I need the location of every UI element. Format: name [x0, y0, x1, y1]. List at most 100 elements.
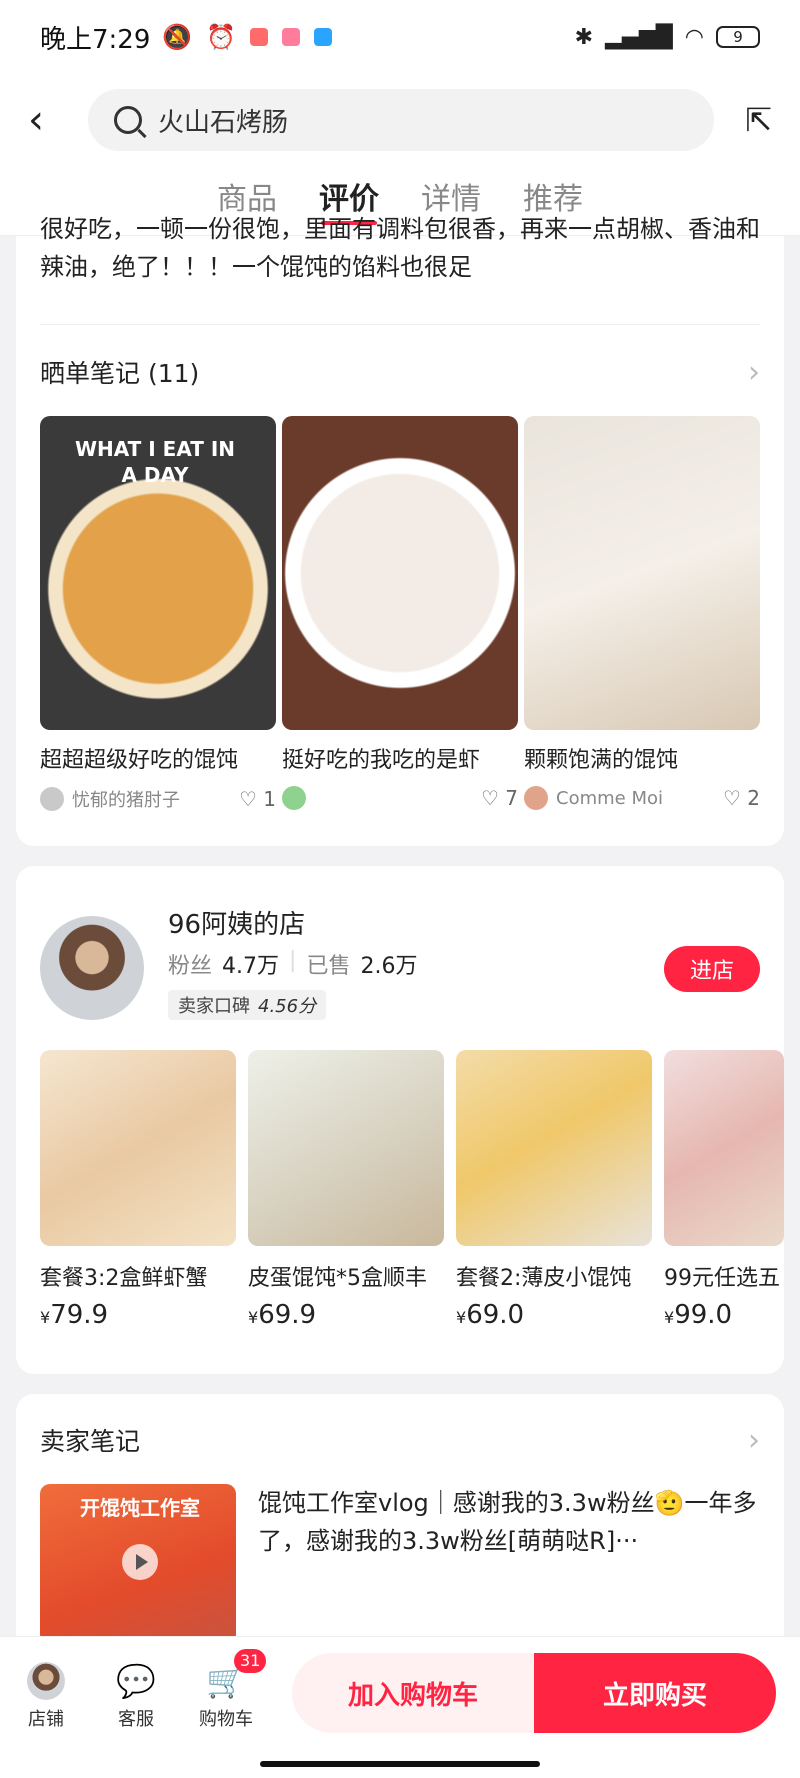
product-image [664, 1050, 784, 1246]
signal-icon: ▂▄▆█ [605, 24, 673, 50]
shop-stats: 粉丝 4.7万 | 已售 2.6万 [168, 948, 417, 980]
thumbnail-caption: 开馄饨工作室 [80, 1496, 200, 1520]
store-label: 店铺 [28, 1709, 64, 1730]
product-price: ¥79.9 [40, 1300, 236, 1330]
note-image [282, 416, 518, 730]
price-value: 99.0 [674, 1300, 733, 1330]
share-icon[interactable]: ⇱ [745, 101, 772, 139]
currency-symbol: ¥ [664, 1308, 675, 1327]
fans-label: 粉丝 [168, 954, 213, 979]
wifi-icon: ◠ [684, 24, 704, 50]
bottom-action-bar: 店铺 💬 客服 🛒 31 购物车 加入购物车 立即购买 [0, 1636, 800, 1778]
rating-badge: 卖家口碑 4.56分 [168, 990, 327, 1020]
store-avatar [27, 1662, 65, 1700]
product-image [248, 1050, 444, 1246]
status-right: ✱ ▂▄▆█ ◠ 9 [575, 25, 760, 50]
add-to-cart-button[interactable]: 加入购物车 [292, 1653, 534, 1733]
product-price: ¥99.0 [664, 1300, 784, 1330]
battery-icon: 9 [716, 26, 760, 48]
product-title: 99元任选五 [664, 1266, 780, 1291]
search-icon [114, 106, 142, 134]
review-text: 很好吃，一顿一份很饱，里面有调料包很香，再来一点胡椒、香油和辣油，绝了！！！一个… [40, 215, 760, 281]
price-value: 69.9 [258, 1300, 317, 1330]
note-image [524, 416, 760, 730]
seller-note-text[interactable]: 馄饨工作室vlog｜感谢我的3.3w粉丝🫡一年多了，感谢我的3.3w粉丝[萌萌哒… [258, 1484, 770, 1560]
store-button[interactable]: 店铺 [6, 1661, 86, 1731]
note-meta: 忧郁的猪肘子 ♡ 1 [40, 786, 276, 812]
play-icon [122, 1544, 158, 1580]
note-meta: ♡ 7 [282, 786, 518, 810]
stat-divider: | [289, 948, 297, 973]
bluetooth-icon: ✱ [574, 24, 594, 50]
cart-count-badge: 31 [234, 1649, 267, 1673]
seller-notes-card: 卖家笔记 › 开馄饨工作室 馄饨工作室vlog｜感谢我的3.3w粉丝🫡一年多了，… [16, 1394, 784, 1654]
shop-name[interactable]: 96阿姨的店 [168, 904, 305, 941]
fans-count: 4.7万 [222, 954, 280, 979]
search-box[interactable]: 火山石烤肠 [88, 89, 714, 151]
heart-icon[interactable]: ♡ 1 [239, 787, 276, 811]
product-card[interactable]: 99元任选五 ¥99.0 [664, 1050, 784, 1330]
note-title: 挺好吃的我吃的是虾 [282, 748, 481, 773]
service-button[interactable]: 💬 客服 [96, 1661, 176, 1731]
note-username: 忧郁的猪肘子 [72, 790, 180, 811]
status-time: 晚上7:29 [40, 24, 151, 55]
product-card[interactable]: 套餐2:薄皮小馄饨 ¥69.0 [456, 1050, 652, 1330]
shop-card: 96阿姨的店 粉丝 4.7万 | 已售 2.6万 卖家口碑 4.56分 进店 套… [16, 866, 784, 1374]
search-text: 火山石烤肠 [158, 107, 289, 138]
store-avatar-wrap [6, 1661, 86, 1701]
note-username: Comme Moi [556, 787, 663, 809]
price-value: 69.0 [466, 1300, 525, 1330]
product-price: ¥69.0 [456, 1300, 652, 1330]
avatar [524, 786, 548, 810]
chevron-right-icon: › [748, 1422, 760, 1458]
note-image-caption: WHAT I EAT IN A DAY [74, 437, 236, 487]
cart-label: 购物车 [199, 1709, 253, 1730]
note-title: 颗颗饱满的馄饨 [524, 748, 679, 773]
buy-now-button[interactable]: 立即购买 [534, 1653, 776, 1733]
seller-notes-header[interactable]: 卖家笔记 › [40, 1422, 760, 1458]
product-image [456, 1050, 652, 1246]
heart-icon[interactable]: ♡ 2 [723, 786, 760, 810]
note-image: WHAT I EAT IN A DAY [40, 416, 276, 730]
enter-shop-button[interactable]: 进店 [664, 946, 760, 992]
currency-symbol: ¥ [40, 1308, 51, 1327]
heart-icon[interactable]: ♡ 7 [481, 786, 518, 810]
status-bar: 晚上7:29 🔕 ⏰ ✱ ▂▄▆█ ◠ 9 [0, 0, 800, 74]
seller-note-thumbnail[interactable]: 开馄饨工作室 [40, 1484, 236, 1644]
note-card[interactable]: WHAT I EAT IN A DAY 超超超级好吃的馄饨 忧郁的猪肘子 ♡ 1 [40, 416, 276, 812]
rating-label: 卖家口碑 [178, 996, 250, 1017]
shop-avatar[interactable] [40, 916, 144, 1020]
like-count: 1 [263, 787, 276, 811]
currency-symbol: ¥ [456, 1308, 467, 1327]
currency-symbol: ¥ [248, 1308, 259, 1327]
note-card[interactable]: 挺好吃的我吃的是虾 ♡ 7 [282, 416, 518, 810]
home-indicator[interactable] [260, 1761, 540, 1767]
note-card[interactable]: 颗颗饱满的馄饨 Comme Moi ♡ 2 [524, 416, 760, 810]
sold-label: 已售 [306, 954, 351, 979]
product-card[interactable]: 皮蛋馄饨*5盒顺丰 ¥69.9 [248, 1050, 444, 1330]
divider [40, 324, 760, 325]
product-title: 皮蛋馄饨*5盒顺丰 [248, 1266, 427, 1291]
alarm-icon: ⏰ [206, 23, 237, 51]
app-notification-icon [282, 28, 301, 46]
avatar [282, 786, 306, 810]
rating-value: 4.56分 [258, 996, 317, 1017]
back-icon[interactable]: ‹ [28, 100, 64, 140]
product-card[interactable]: 套餐3:2盒鲜虾蟹 ¥79.9 [40, 1050, 236, 1330]
product-image [40, 1050, 236, 1246]
product-title: 套餐3:2盒鲜虾蟹 [40, 1266, 208, 1291]
notes-section-header[interactable]: 晒单笔记 (11) › [40, 354, 760, 390]
cart-button[interactable]: 🛒 31 购物车 [186, 1649, 267, 1731]
note-title: 超超超级好吃的馄饨 [40, 748, 239, 773]
notes-section-title: 晒单笔记 (11) [40, 359, 200, 388]
sold-count: 2.6万 [360, 954, 418, 979]
product-title: 套餐2:薄皮小馄饨 [456, 1266, 632, 1291]
avatar [40, 787, 64, 811]
note-meta: Comme Moi ♡ 2 [524, 786, 760, 810]
app-notification-icon [250, 28, 269, 46]
price-value: 79.9 [50, 1300, 109, 1330]
service-label: 客服 [118, 1709, 154, 1730]
status-left-icons: 🔕 ⏰ [162, 23, 333, 51]
reviews-card: 很好吃，一顿一份很饱，里面有调料包很香，再来一点胡椒、香油和辣油，绝了！！！一个… [16, 215, 784, 846]
seller-notes-title: 卖家笔记 [40, 1427, 141, 1456]
